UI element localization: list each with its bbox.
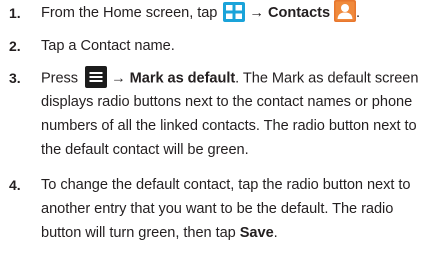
step-1-line-1: From the Home screen, tap → Contacts . [41, 0, 361, 23]
step-4-line-2: another entry that you want to be the de… [41, 201, 394, 217]
step-text: . [356, 5, 361, 21]
step-text: Press [41, 70, 79, 87]
step-3-line-2: displays radio buttons next to the conta… [41, 94, 413, 110]
step-3-line-1: Press → Mark as default. The Mark as def… [41, 66, 419, 88]
step-number: 3. [9, 70, 21, 86]
step-4-line-1: To change the default contact, tap the r… [41, 177, 411, 193]
apps-grid-icon [223, 1, 246, 22]
step-text: . The Mark as default screen [235, 70, 419, 87]
step-3-line-3: numbers of all the linked contacts. The … [41, 118, 417, 134]
step-number: 1. [9, 5, 21, 21]
step-3-line-4: the default contact will be green. [41, 142, 249, 158]
step-number: 4. [9, 177, 21, 193]
mark-as-default-label: Mark as default [129, 70, 236, 87]
step-text: button will turn green, then tap [41, 225, 236, 241]
step-4-line-3: button will turn green, then tap Save. [41, 224, 278, 242]
contacts-label: Contacts [267, 5, 331, 21]
step-number: 2. [9, 38, 21, 54]
save-label: Save [239, 225, 274, 241]
menu-icon [85, 66, 108, 88]
step-text: From the Home screen, tap [41, 5, 218, 21]
step-text: . [273, 225, 278, 241]
step-2-line-1: Tap a Contact name. [41, 38, 175, 54]
arrow-glyph: → [111, 70, 126, 87]
arrow-glyph: → [249, 5, 264, 21]
instruction-page: 1. From the Home screen, tap → Contacts [0, 0, 433, 267]
contacts-icon [334, 0, 357, 23]
